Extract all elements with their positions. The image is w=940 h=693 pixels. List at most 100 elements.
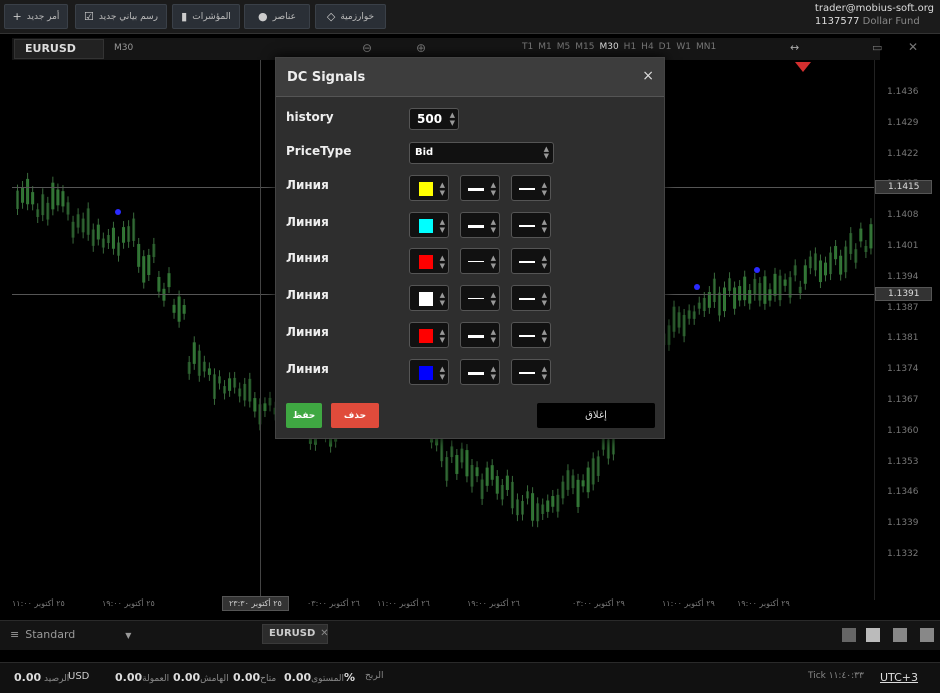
timeframe-m5[interactable]: M5 — [557, 42, 571, 52]
zoom-out-icon[interactable]: ⊖ — [362, 41, 372, 55]
timezone-select[interactable]: UTC+3 — [880, 671, 918, 684]
line-style-preview — [519, 371, 535, 374]
account-email: trader@mobius-soft.org — [814, 3, 934, 14]
line-label: Линия — [286, 288, 329, 303]
timeframe-w1[interactable]: W1 — [676, 42, 691, 52]
color-swatch — [419, 292, 433, 307]
free-value: 0.00 — [233, 671, 261, 684]
line-style-select[interactable]: ▲ ▼ — [511, 358, 551, 385]
delete-button[interactable]: حذف — [331, 403, 379, 428]
timeframe-h1[interactable]: H1 — [624, 42, 637, 52]
account-fund: Dollar Fund — [862, 16, 920, 27]
save-button[interactable]: حفظ — [286, 403, 322, 428]
history-input[interactable]: 500 ▲ ▼ — [409, 108, 459, 130]
dialog-close-icon[interactable]: × — [642, 68, 654, 84]
layout-select[interactable]: ≡ Standard ▼ — [10, 628, 131, 641]
price-tag: 1.1415 — [875, 180, 932, 194]
tab-eurusd[interactable]: EURUSD ✕ — [262, 624, 329, 644]
close-button[interactable]: إغلاق — [537, 403, 655, 428]
line-color-picker[interactable]: ▲ ▼ — [409, 175, 449, 201]
objects-button[interactable]: ● عناصر — [244, 4, 310, 29]
balance-value: 0.00 — [14, 671, 42, 684]
spin-arrows-icon: ▲ ▼ — [490, 254, 496, 271]
layout-single-icon[interactable] — [842, 628, 856, 642]
timeframe-t1[interactable]: T1 — [522, 42, 533, 52]
line-color-picker[interactable]: ▲ ▼ — [409, 321, 449, 348]
price-label: 1.1332 — [887, 549, 919, 559]
line-color-picker[interactable]: ▲ ▼ — [409, 211, 449, 238]
layout-horizontal-icon[interactable] — [920, 628, 934, 642]
tab-close-icon[interactable]: ✕ — [320, 628, 328, 639]
color-swatch — [419, 365, 433, 380]
history-label: history — [286, 110, 334, 124]
zoom-in-icon[interactable]: ⊕ — [416, 41, 426, 55]
indicators-icon: ▮ — [181, 10, 188, 23]
price-axis[interactable]: 1.1436 1.1429 1.1422 1.1415 1.1408 1.1401 1.13… — [874, 60, 940, 600]
select-arrows-icon: ▲ ▼ — [543, 145, 549, 160]
plus-icon: + — [12, 10, 22, 23]
price-label: 1.1436 — [887, 87, 919, 97]
line-style-select[interactable]: ▲ ▼ — [511, 211, 551, 238]
line-width-select[interactable]: ▲ ▼ — [460, 211, 500, 238]
timeframe-mn1[interactable]: MN1 — [696, 42, 716, 52]
time-label: ٢٥ أكتوبر ١٩:٠٠ — [102, 599, 155, 608]
line-width-select[interactable]: ▲ ▼ — [460, 321, 500, 348]
layout-vertical-icon[interactable] — [893, 628, 907, 642]
color-swatch — [419, 328, 433, 343]
price-label: 1.1381 — [887, 333, 919, 344]
spin-arrows-icon: ▲ ▼ — [490, 217, 496, 234]
line-width-select[interactable]: ▲ ▼ — [460, 248, 500, 275]
line-style-preview — [519, 298, 535, 301]
chevron-down-icon: ▼ — [125, 631, 132, 640]
new-chart-button[interactable]: ☑ رسم بياني جديد — [75, 4, 167, 29]
line-width-select[interactable]: ▲ ▼ — [460, 358, 500, 385]
line-style-select[interactable]: ▲ ▼ — [511, 321, 551, 348]
timeframe-m1[interactable]: M1 — [538, 42, 552, 52]
line-width-select[interactable]: ▲ ▼ — [460, 285, 500, 312]
symbol-select[interactable]: EURUSD — [14, 39, 104, 59]
spin-arrows-icon: ▲ ▼ — [541, 291, 547, 308]
line-style-select[interactable]: ▲ ▼ — [511, 285, 551, 312]
timeframe-h4[interactable]: H4 — [641, 42, 654, 52]
signal-marker — [694, 284, 700, 290]
top-toolbar: + أمر جديد ☑ رسم بياني جديد ▮ المؤشرات ●… — [0, 0, 940, 34]
line-color-picker[interactable]: ▲ ▼ — [409, 285, 449, 312]
line-label: Линия — [286, 214, 329, 229]
line-label: Линия — [286, 178, 329, 192]
timeframe-m30[interactable]: M30 — [599, 42, 618, 52]
menu-icon: ≡ — [10, 628, 20, 641]
time-label: ٢٩ أكتوبر ٠٣:٠٠ — [572, 599, 625, 608]
line-color-picker[interactable]: ▲ ▼ — [409, 358, 449, 385]
color-swatch — [419, 182, 433, 196]
line-style-preview — [519, 334, 535, 337]
price-type-value: Bid — [415, 147, 434, 158]
time-axis[interactable]: ٢٥ أكتوبر ١١:٠٠ ٢٥ أكتوبر ١٩:٠٠ ٢٥ أكتوبر … — [12, 595, 874, 613]
line-color-picker[interactable]: ▲ ▼ — [409, 248, 449, 275]
spin-arrows-icon[interactable]: ▲ ▼ — [450, 111, 455, 127]
time-label: ٢٩ أكتوبر ١١:٠٠ — [662, 599, 715, 608]
algorithm-label: خوارزمية — [340, 11, 375, 22]
crosshair-vertical — [260, 60, 261, 600]
minimize-icon[interactable]: ▭ — [872, 41, 882, 54]
spin-arrows-icon: ▲ ▼ — [541, 327, 547, 344]
line-style-select[interactable]: ▲ ▼ — [511, 248, 551, 275]
account-info[interactable]: trader@mobius-soft.org 1137577 Dollar Fu… — [815, 2, 934, 28]
level-label: المستوى — [311, 674, 345, 684]
price-label: 1.1346 — [887, 487, 919, 498]
timeframe-d1[interactable]: D1 — [659, 42, 672, 52]
timeframe-m15[interactable]: M15 — [575, 42, 594, 52]
close-chart-icon[interactable]: ✕ — [908, 40, 918, 54]
line-style-select[interactable]: ▲ ▼ — [511, 175, 551, 201]
status-bar: 0.00 الرصيد USD 0.00العمولة 0.00الهامش 0… — [0, 662, 940, 693]
line-width-select[interactable]: ▲ ▼ — [460, 175, 500, 201]
indicators-button[interactable]: ▮ المؤشرات — [172, 4, 240, 29]
account-number: 1137577 — [814, 16, 860, 27]
crosshair-icon[interactable]: ↔ — [790, 41, 799, 54]
algorithm-button[interactable]: ◇ خوارزمية — [315, 4, 386, 29]
spin-arrows-icon: ▲ ▼ — [490, 291, 496, 308]
line-width-preview — [468, 188, 484, 191]
price-type-select[interactable]: Bid ▲ ▼ — [409, 142, 554, 164]
layout-grid-icon[interactable] — [866, 628, 880, 642]
price-label: 1.1339 — [887, 518, 919, 529]
new-order-button[interactable]: + أمر جديد — [4, 4, 68, 29]
